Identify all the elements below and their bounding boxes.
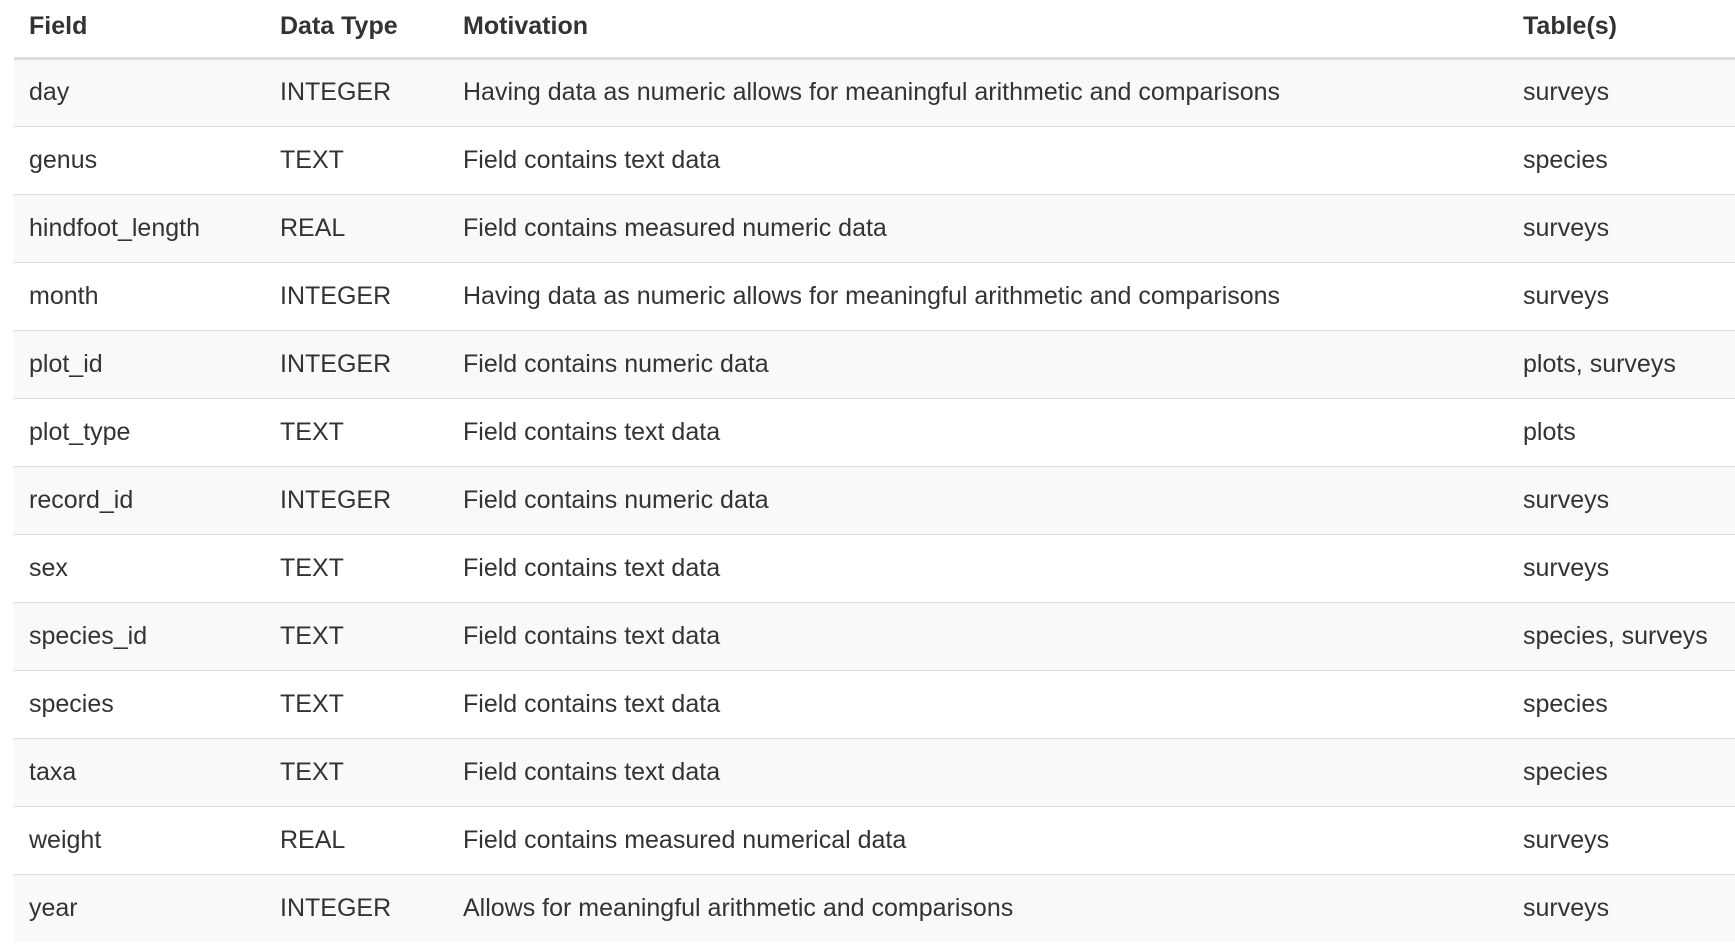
cell-motivation: Allows for meaningful arithmetic and com… [448, 873, 1508, 942]
cell-motivation: Field contains measured numeric data [448, 193, 1508, 262]
cell-motivation: Field contains text data [448, 669, 1508, 738]
table-row: record_id INTEGER Field contains numeric d… [14, 465, 1735, 534]
cell-tables: plots [1508, 397, 1735, 466]
table-row: plot_id INTEGER Field contains numeric dat… [14, 329, 1735, 398]
cell-data-type: INTEGER [265, 261, 448, 330]
field-types-table: Field Data Type Motivation Table(s) day I… [14, 0, 1735, 942]
cell-motivation: Field contains text data [448, 125, 1508, 194]
cell-data-type: TEXT [265, 533, 448, 602]
cell-motivation: Field contains text data [448, 533, 1508, 602]
cell-data-type: REAL [265, 193, 448, 262]
table-row: month INTEGER Having data as numeric allow… [14, 261, 1735, 330]
cell-motivation: Field contains text data [448, 737, 1508, 806]
table-body: day INTEGER Having data as numeric allows … [14, 57, 1735, 942]
header-field: Field [14, 0, 265, 60]
cell-field: weight [14, 805, 265, 874]
cell-field: species_id [14, 601, 265, 670]
cell-field: genus [14, 125, 265, 194]
header-data-type: Data Type [265, 0, 448, 60]
table-row: genus TEXT Field contains text data species [14, 125, 1735, 194]
header-tables: Table(s) [1508, 0, 1735, 60]
cell-field: species [14, 669, 265, 738]
header-row: Field Data Type Motivation Table(s) [14, 0, 1735, 60]
cell-data-type: INTEGER [265, 873, 448, 942]
cell-field: year [14, 873, 265, 942]
cell-motivation: Field contains numeric data [448, 465, 1508, 534]
cell-motivation: Having data as numeric allows for meanin… [448, 57, 1508, 126]
cell-motivation: Field contains numeric data [448, 329, 1508, 398]
cell-data-type: INTEGER [265, 465, 448, 534]
cell-tables: species, surveys [1508, 601, 1735, 670]
cell-tables: species [1508, 737, 1735, 806]
table-row: species_id TEXT Field contains text data sp… [14, 601, 1735, 670]
cell-data-type: INTEGER [265, 329, 448, 398]
cell-field: sex [14, 533, 265, 602]
cell-tables: surveys [1508, 805, 1735, 874]
cell-tables: surveys [1508, 873, 1735, 942]
table-row: plot_type TEXT Field contains text data plo… [14, 397, 1735, 466]
header-motivation: Motivation [448, 0, 1508, 60]
field-types-table-container: Field Data Type Motivation Table(s) day I… [14, 0, 1735, 942]
table-row: weight REAL Field contains measured numeri… [14, 805, 1735, 874]
cell-field: taxa [14, 737, 265, 806]
cell-tables: surveys [1508, 261, 1735, 330]
cell-tables: surveys [1508, 57, 1735, 126]
table-row: day INTEGER Having data as numeric allows … [14, 57, 1735, 126]
cell-motivation: Having data as numeric allows for meanin… [448, 261, 1508, 330]
cell-field: day [14, 57, 265, 126]
cell-tables: species [1508, 125, 1735, 194]
cell-data-type: INTEGER [265, 57, 448, 126]
cell-data-type: TEXT [265, 125, 448, 194]
cell-motivation: Field contains text data [448, 601, 1508, 670]
table-header: Field Data Type Motivation Table(s) [14, 0, 1735, 60]
table-row: hindfoot_length REAL Field contains measur… [14, 193, 1735, 262]
cell-tables: surveys [1508, 193, 1735, 262]
cell-motivation: Field contains text data [448, 397, 1508, 466]
table-row: species TEXT Field contains text data speci… [14, 669, 1735, 738]
table-row: taxa TEXT Field contains text data species [14, 737, 1735, 806]
cell-data-type: TEXT [265, 601, 448, 670]
cell-field: hindfoot_length [14, 193, 265, 262]
table-row: sex TEXT Field contains text data surveys [14, 533, 1735, 602]
cell-tables: species [1508, 669, 1735, 738]
cell-field: record_id [14, 465, 265, 534]
cell-field: plot_type [14, 397, 265, 466]
cell-tables: plots, surveys [1508, 329, 1735, 398]
cell-motivation: Field contains measured numerical data [448, 805, 1508, 874]
cell-field: plot_id [14, 329, 265, 398]
cell-data-type: TEXT [265, 397, 448, 466]
cell-tables: surveys [1508, 533, 1735, 602]
cell-field: month [14, 261, 265, 330]
cell-tables: surveys [1508, 465, 1735, 534]
cell-data-type: TEXT [265, 669, 448, 738]
table-row: year INTEGER Allows for meaningful arithme… [14, 873, 1735, 942]
cell-data-type: REAL [265, 805, 448, 874]
cell-data-type: TEXT [265, 737, 448, 806]
